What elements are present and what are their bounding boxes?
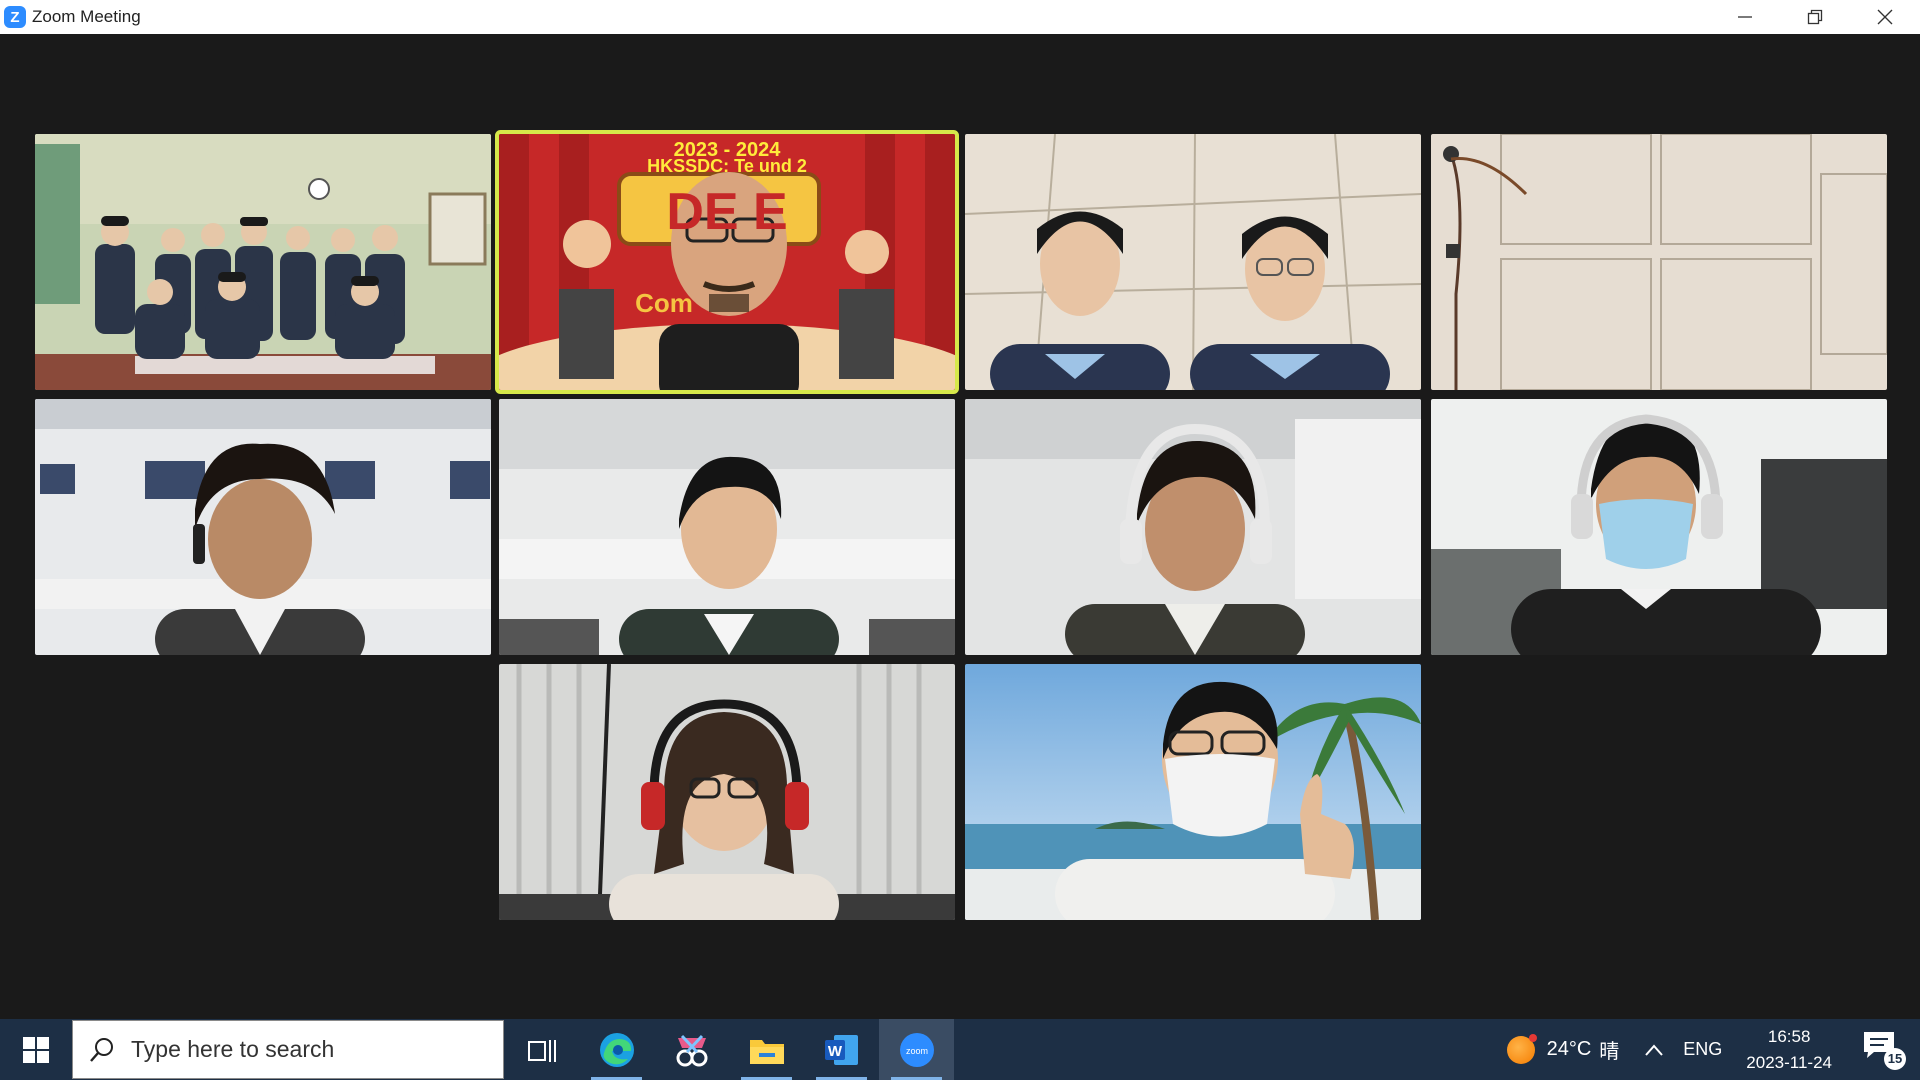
- student-curly-video: [35, 399, 491, 655]
- student-plain-video: [499, 399, 955, 655]
- zoom-logo-icon: Z: [4, 6, 26, 28]
- student-glasses-headphones-video: [499, 664, 955, 920]
- chevron-up-icon[interactable]: [1645, 1043, 1664, 1056]
- empty-room-video: [1431, 134, 1887, 390]
- banner-big: DE E: [666, 183, 787, 241]
- restore-icon: [1807, 9, 1823, 25]
- video-tile-empty-room[interactable]: [1431, 134, 1887, 390]
- window-controls: [1710, 0, 1920, 34]
- banner-title: HKSSDC: Te und 2: [647, 156, 807, 176]
- two-students-video: [965, 134, 1421, 390]
- zoom-button[interactable]: zoom: [879, 1019, 954, 1080]
- close-button[interactable]: [1850, 0, 1920, 34]
- weather-widget[interactable]: 24°C 晴: [1506, 1033, 1620, 1064]
- system-tray: 24°C 晴 ENG 16:58 2023-11-24 15: [1506, 1019, 1920, 1080]
- restore-button[interactable]: [1780, 0, 1850, 34]
- notification-center-button[interactable]: 15: [1862, 1030, 1906, 1070]
- video-tile-student-beach[interactable]: [965, 664, 1421, 920]
- video-tile-student-glasses-headphones[interactable]: [499, 664, 955, 920]
- start-button[interactable]: [0, 1019, 72, 1080]
- weather-condition: 晴: [1599, 1041, 1620, 1063]
- task-view-icon: [527, 1039, 556, 1062]
- weather-sun-icon: [1506, 1033, 1537, 1064]
- minimize-button[interactable]: [1710, 0, 1780, 34]
- word-letter: W: [827, 1043, 842, 1060]
- student-beach-video: [965, 664, 1421, 920]
- taskbar-search[interactable]: [72, 1020, 504, 1079]
- video-tile-presenter[interactable]: 2023 - 2024 HKSSDC: Te und 2 DE E Com: [499, 134, 955, 390]
- search-icon: [90, 1037, 113, 1062]
- edge-icon: [599, 1032, 634, 1067]
- close-icon: [1877, 9, 1893, 25]
- notification-badge: 15: [1884, 1047, 1906, 1070]
- video-tile-group-students[interactable]: [35, 134, 491, 390]
- minimize-icon: [1738, 16, 1752, 18]
- title-bar: Z Zoom Meeting: [0, 0, 1920, 34]
- video-tile-student-mask[interactable]: [1431, 399, 1887, 655]
- search-input[interactable]: [129, 1035, 453, 1064]
- taskbar: W zoom 24°C 晴 ENG 16:58 2023-11-24: [0, 1019, 1920, 1080]
- student-headset-video: [965, 399, 1421, 655]
- presenter-video: 2023 - 2024 HKSSDC: Te und 2 DE E Com: [499, 134, 955, 390]
- task-view-button[interactable]: [504, 1019, 579, 1080]
- video-tile-student-curly[interactable]: [35, 399, 491, 655]
- video-tile-student-headset[interactable]: [965, 399, 1421, 655]
- zoom-app-label: zoom: [905, 1046, 927, 1056]
- group-students-video: [35, 134, 491, 390]
- input-language[interactable]: ENG: [1683, 1039, 1722, 1060]
- video-tile-two-students[interactable]: [965, 134, 1421, 390]
- clock[interactable]: 16:58 2023-11-24: [1746, 1024, 1832, 1076]
- file-explorer-button[interactable]: [729, 1019, 804, 1080]
- video-tile-student-plain[interactable]: [499, 399, 955, 655]
- snip-icon: [676, 1034, 707, 1066]
- banner-sub: Com: [635, 288, 693, 318]
- word-button[interactable]: W: [804, 1019, 879, 1080]
- weather-temp: 24°C: [1546, 1038, 1592, 1060]
- windows-icon: [23, 1036, 49, 1063]
- clock-date: 2023-11-24: [1746, 1052, 1832, 1072]
- snip-button[interactable]: [654, 1019, 729, 1080]
- meeting-gallery: 2023 - 2024 HKSSDC: Te und 2 DE E Com: [0, 34, 1920, 1019]
- student-mask-video: [1431, 399, 1887, 655]
- zoom-icon: zoom: [899, 1032, 934, 1067]
- clock-time: 16:58: [1767, 1026, 1811, 1046]
- word-icon: W: [824, 1034, 858, 1065]
- edge-button[interactable]: [579, 1019, 654, 1080]
- file-explorer-icon: [749, 1039, 784, 1064]
- window-title: Zoom Meeting: [32, 7, 141, 26]
